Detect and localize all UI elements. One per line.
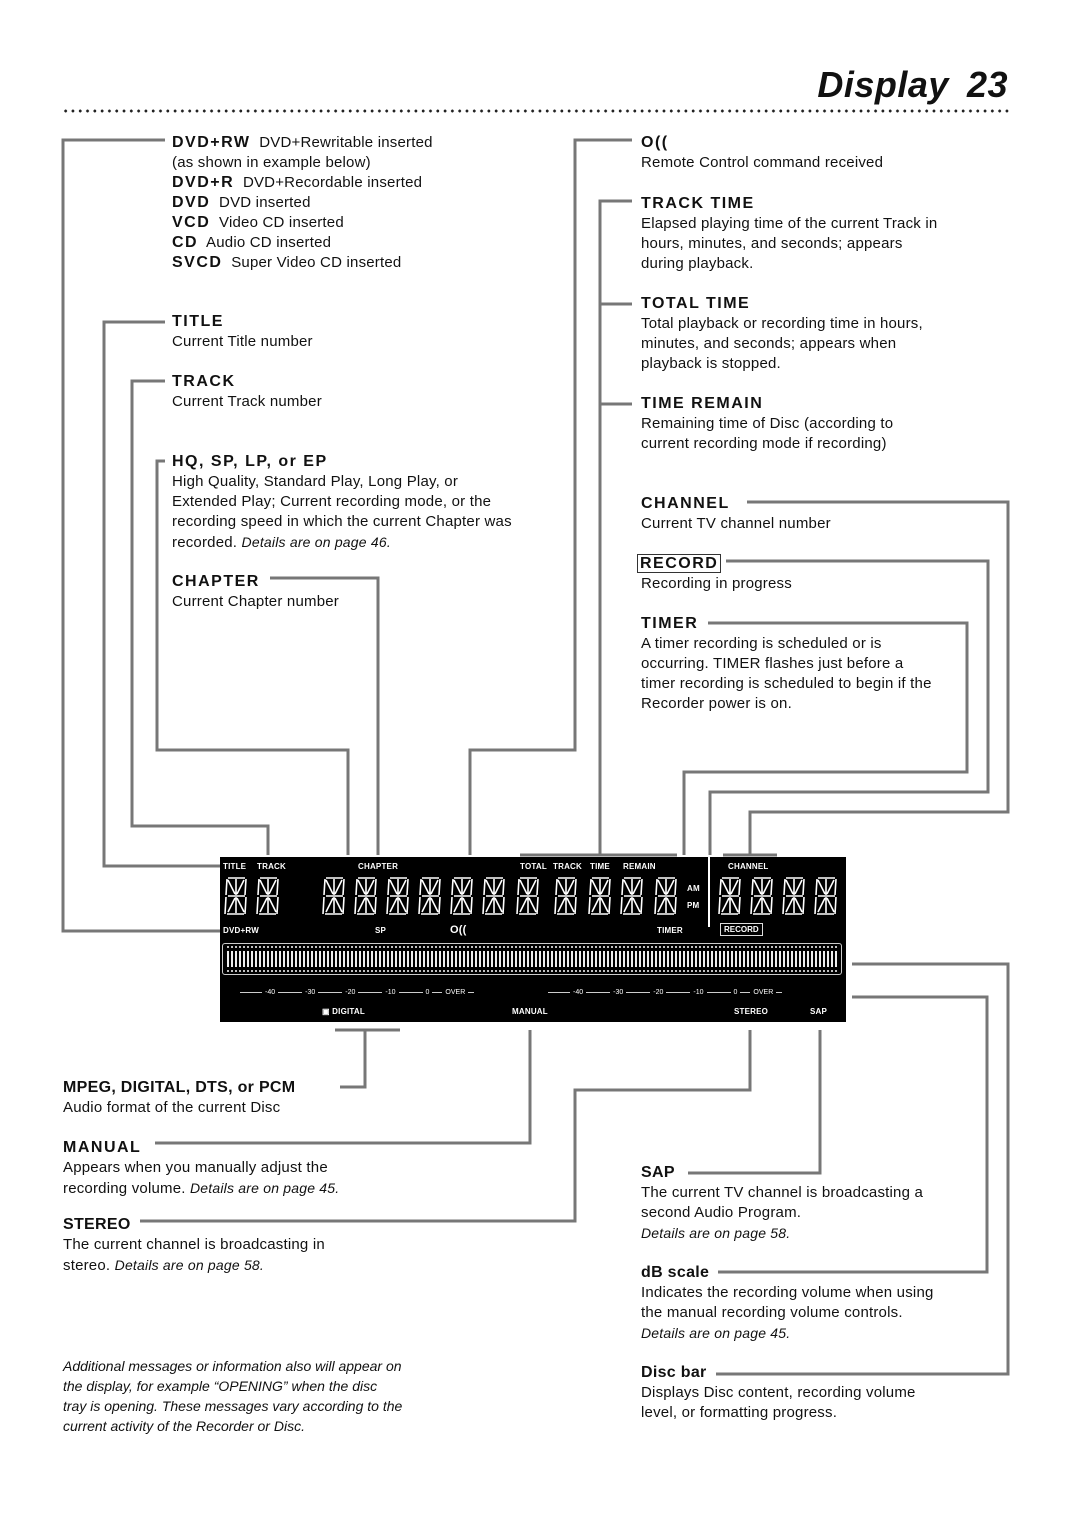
callout-chapter <box>270 576 380 855</box>
stereo-callout: STEREO The current channel is broadcasti… <box>63 1216 325 1274</box>
db-scale-callout: dB scale Indicates the recording volume … <box>641 1264 934 1341</box>
disc-bar <box>222 943 842 975</box>
segment-digit <box>750 877 773 915</box>
segment-digit <box>654 877 677 915</box>
audio-format-callout: MPEG, DIGITAL, DTS, or PCM Audio format … <box>63 1079 296 1116</box>
db-tick-label: -30 <box>613 989 624 996</box>
db-scale-left: -40 -30 -20 -10 0 OVER <box>240 989 475 996</box>
page-title: Display <box>817 64 949 105</box>
db-tick-label: -30 <box>305 989 316 996</box>
disc-bar-callout: Disc bar Displays Disc content, recordin… <box>641 1364 916 1421</box>
db-tick-label: -10 <box>385 989 396 996</box>
db-scale-right: -40 -30 -20 -10 0 OVER <box>548 989 783 996</box>
disc-type-item: (as shown in example below) <box>172 154 371 171</box>
record-callout: RECORD Recording in progress <box>637 554 792 594</box>
segment-digit <box>718 877 741 915</box>
timer-callout: TIMER A timer recording is scheduled or … <box>641 615 932 712</box>
segment-digit <box>782 877 805 915</box>
db-tick-label: -20 <box>653 989 664 996</box>
db-tick-label: -40 <box>573 989 584 996</box>
callout-audio <box>335 1028 400 1089</box>
page-number: 23 <box>966 64 1008 105</box>
sap-callout: SAP The current TV channel is broadcasti… <box>641 1164 924 1241</box>
db-tick-label: -10 <box>693 989 704 996</box>
segment-digit <box>516 877 539 915</box>
track-time-callout: TRACK TIME Elapsed playing time of the c… <box>641 195 938 272</box>
total-time-callout: TOTAL TIME Total playback or recording t… <box>641 295 923 372</box>
segment-digit <box>482 877 505 915</box>
additional-messages-note: Additional messages or information also … <box>63 1358 403 1434</box>
disc-type-item: VCD Video CD inserted <box>172 214 344 231</box>
remote-callout: O(( Remote Control command received <box>641 134 884 171</box>
front-panel-display: TITLE TRACK CHAPTER TOTAL TRACK TIME REM… <box>220 857 846 1022</box>
title-callout: TITLE Current Title number <box>172 313 313 350</box>
page-header: Display 23 <box>817 64 1008 106</box>
track-callout: TRACK Current Track number <box>172 373 322 410</box>
disc-type-item: SVCD Super Video CD inserted <box>172 254 402 271</box>
channel-divider <box>708 857 710 927</box>
segment-digit <box>620 877 643 915</box>
remote-icon: O(( <box>450 924 467 936</box>
db-tick-label: 0 <box>425 989 430 996</box>
segment-digit <box>418 877 441 915</box>
remote-icon: O(( <box>641 134 669 151</box>
segment-digit <box>256 877 279 915</box>
db-tick-label: -20 <box>345 989 356 996</box>
chapter-callout: CHAPTER Current Chapter number <box>172 573 339 610</box>
db-tick-label: OVER <box>753 989 774 996</box>
disc-type-item: CD Audio CD inserted <box>172 234 332 251</box>
segment-digit <box>354 877 377 915</box>
db-tick-label: -40 <box>265 989 276 996</box>
segment-digit <box>386 877 409 915</box>
time-remain-callout: TIME REMAIN Remaining time of Disc (acco… <box>641 395 894 452</box>
disc-type-item: DVD+R DVD+Recordable inserted <box>172 174 423 191</box>
segment-digit <box>450 877 473 915</box>
callout-track-time <box>598 199 632 855</box>
disc-type-list: DVD+RW DVD+Rewritable inserted (as shown… <box>172 133 433 273</box>
segment-digit <box>588 877 611 915</box>
segment-digit <box>224 877 247 915</box>
channel-callout: CHANNEL Current TV channel number <box>641 495 831 532</box>
mode-callout: HQ, SP, LP, or EP High Quality, Standard… <box>172 453 512 551</box>
db-tick-label: 0 <box>733 989 738 996</box>
disc-type-item: DVD+RW DVD+Rewritable inserted <box>172 134 433 151</box>
db-tick-label: OVER <box>445 989 466 996</box>
segment-digit <box>322 877 345 915</box>
segment-digit <box>554 877 577 915</box>
segment-digit <box>814 877 837 915</box>
manual-callout: MANUAL Appears when you manually adjust … <box>63 1139 340 1197</box>
callout-sap <box>688 1030 822 1175</box>
dotted-rule <box>62 108 1012 114</box>
disc-type-item: DVD DVD inserted <box>172 194 311 211</box>
